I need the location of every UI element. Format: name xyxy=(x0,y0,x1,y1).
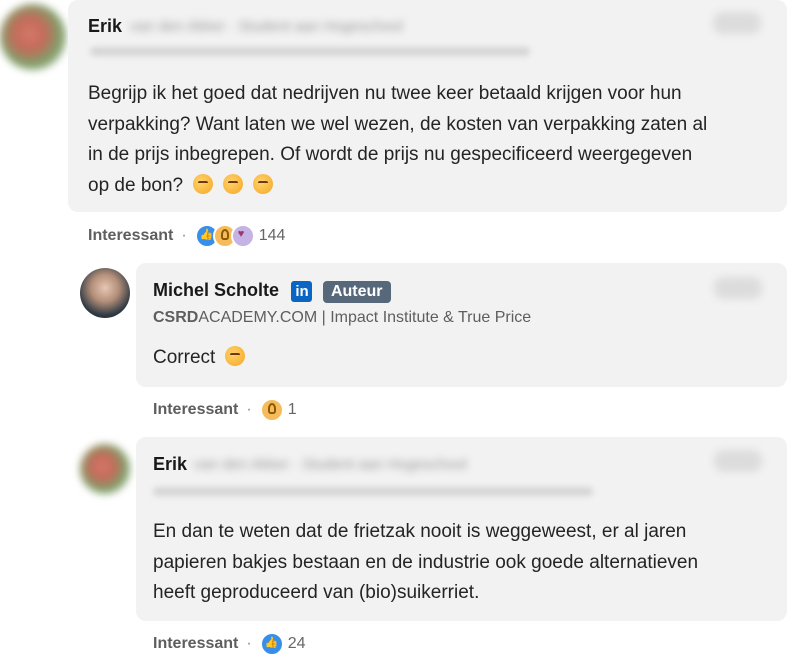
comment-text: Begrijp ik het goed dat nedrijven nu twe… xyxy=(88,83,708,196)
commenter-avatar[interactable] xyxy=(80,444,130,494)
reply-text: En dan te weten dat de frietzak nooit is… xyxy=(153,521,699,603)
comment-actions: Interessant · 144 xyxy=(88,224,285,248)
comment-author-name-blurred: van den Akker · Student aan Hogeschool xyxy=(130,18,403,35)
reply-author-headline-blurred xyxy=(153,487,593,496)
love-reaction-icon xyxy=(230,224,255,248)
comment-bubble: Erik van den Akker · Student aan Hogesch… xyxy=(68,0,787,212)
separator-dot: · xyxy=(181,227,187,245)
like-reaction-icon xyxy=(259,632,284,656)
separator-dot: · xyxy=(246,401,252,419)
reply-bubble: Michel Scholte in Auteur CSRDACADEMY.COM… xyxy=(136,263,787,387)
author-avatar[interactable] xyxy=(80,268,130,318)
comment-author-name[interactable]: Erik xyxy=(88,16,122,37)
reply-author-name[interactable]: Erik xyxy=(153,454,187,475)
reaction-count: 144 xyxy=(258,227,286,245)
thinking-face-emoji xyxy=(253,173,274,194)
thinking-face-emoji xyxy=(223,173,244,194)
reply-author-name[interactable]: Michel Scholte xyxy=(153,280,279,300)
comment-author-headline-blurred xyxy=(90,47,530,56)
drooling-face-emoji xyxy=(225,346,246,366)
insightful-reaction-icon xyxy=(259,398,284,422)
author-badge: Auteur xyxy=(322,280,391,303)
react-button[interactable]: Interessant xyxy=(153,635,238,652)
reaction-count: 1 xyxy=(287,401,297,419)
more-options-icon[interactable] xyxy=(714,450,762,472)
reactions-summary[interactable]: 1 xyxy=(259,398,297,422)
thinking-face-emoji xyxy=(193,173,214,194)
linkedin-logo-icon: in xyxy=(291,281,313,303)
reply-author-name-blurred: van den Akker · Student aan Hogeschool xyxy=(194,456,467,473)
separator-dot: · xyxy=(246,635,252,653)
react-button[interactable]: Interessant xyxy=(88,227,173,244)
more-options-icon[interactable] xyxy=(713,12,761,34)
reactions-summary[interactable]: 144 xyxy=(194,224,286,248)
more-options-icon[interactable] xyxy=(714,277,762,299)
react-button[interactable]: Interessant xyxy=(153,401,238,418)
reply-author-headline: CSRDACADEMY.COM | Impact Institute & Tru… xyxy=(153,309,532,326)
reaction-count: 24 xyxy=(287,635,306,653)
reply-text: Correct xyxy=(153,343,246,374)
commenter-avatar[interactable] xyxy=(0,4,66,70)
reactions-summary[interactable]: 24 xyxy=(259,632,306,656)
reply-actions: Interessant · 24 xyxy=(153,632,306,656)
reply-bubble: Erik van den Akker · Student aan Hogesch… xyxy=(136,437,787,621)
reply-actions: Interessant · 1 xyxy=(153,398,297,422)
